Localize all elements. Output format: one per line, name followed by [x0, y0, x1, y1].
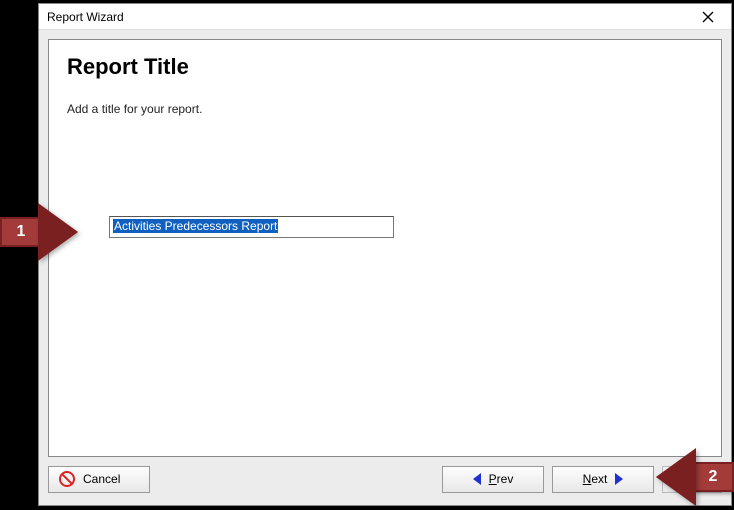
arrow-left-icon	[656, 450, 694, 504]
annotation-arrow-1: 1	[0, 205, 78, 259]
close-button[interactable]	[691, 5, 725, 29]
report-wizard-dialog: Report Wizard Report Title Add a title f…	[38, 3, 732, 506]
arrow-right-icon	[40, 205, 78, 259]
instruction-text: Add a title for your report.	[67, 102, 703, 116]
annotation-badge-1: 1	[0, 217, 40, 247]
cancel-button[interactable]: Cancel	[48, 466, 150, 493]
black-background-strip	[0, 0, 38, 130]
next-label: Next	[583, 472, 608, 486]
arrow-right-icon	[615, 473, 623, 485]
annotation-badge-2: 2	[694, 462, 734, 492]
button-bar: Cancel Prev Next inish	[48, 463, 722, 495]
annotation-arrow-2: 2	[656, 450, 734, 504]
arrow-left-icon	[473, 473, 481, 485]
report-title-input[interactable]: Activities Predecessors Report	[109, 216, 394, 238]
close-icon	[702, 11, 714, 23]
cancel-label: Cancel	[83, 472, 120, 486]
dialog-titlebar: Report Wizard	[39, 4, 731, 30]
report-title-value: Activities Predecessors Report	[113, 219, 278, 233]
page-title: Report Title	[67, 54, 703, 80]
dialog-title: Report Wizard	[47, 10, 124, 24]
prev-label: Prev	[489, 472, 514, 486]
content-panel: Report Title Add a title for your report…	[48, 39, 722, 457]
cancel-icon	[59, 471, 75, 487]
next-button[interactable]: Next	[552, 466, 654, 493]
prev-button[interactable]: Prev	[442, 466, 544, 493]
